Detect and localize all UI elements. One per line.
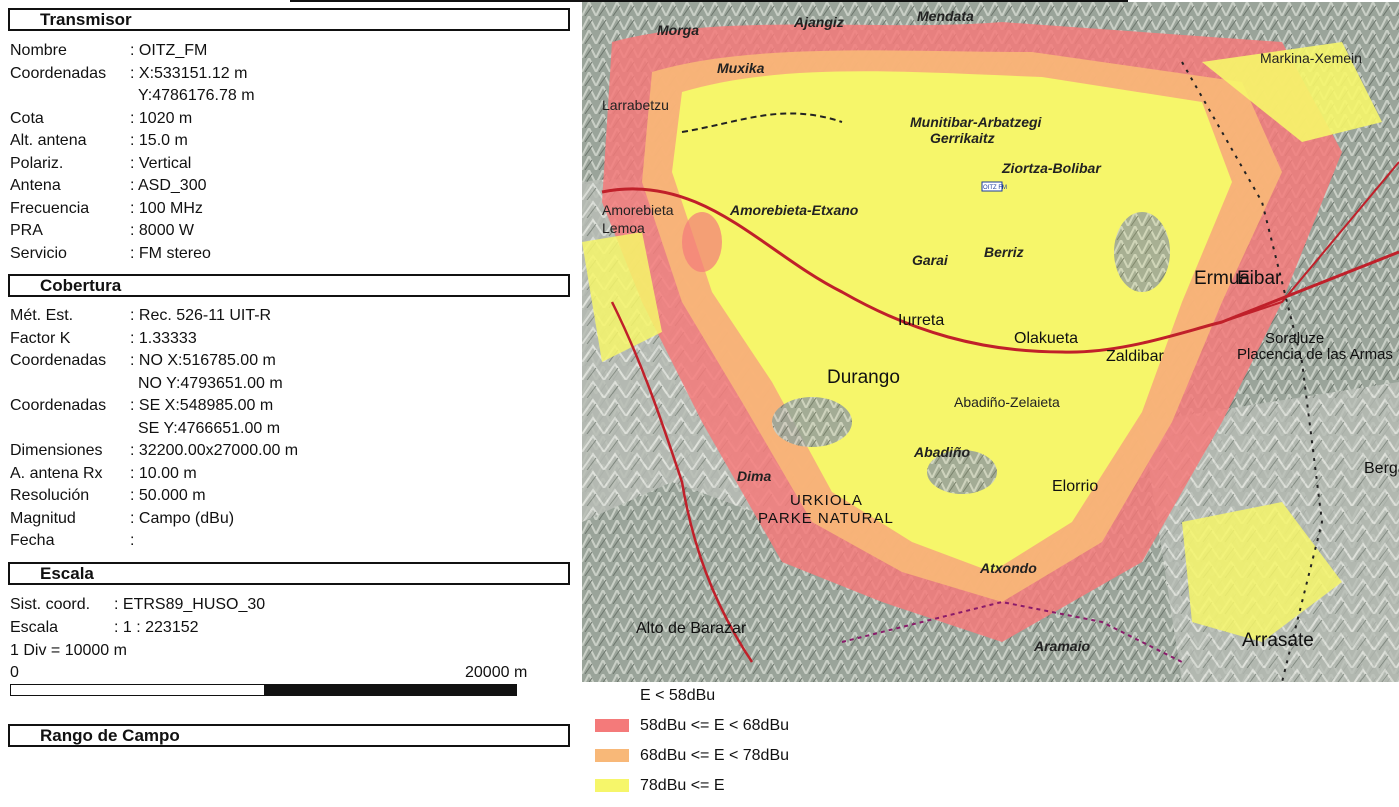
legend-swatch-2 [595,749,629,762]
legend-label-2: 68dBu <= E < 78dBu [640,747,790,764]
cobertura-label: Resolución [10,487,90,504]
transmisor-label: Nombre [10,42,67,59]
map-label-parke-natural: PARKE NATURAL [758,510,894,527]
scale-bar-black-segment [265,685,516,695]
transmisor-label: Antena [10,177,61,194]
cobertura-header: Cobertura [8,274,570,297]
map-label-garai: Garai [912,252,948,268]
map-label-bergara: Bergara [1364,460,1399,477]
map-label-larrabetzu: Larrabetzu [602,97,669,113]
cobertura-value: : NO X:516785.00 m [130,352,276,369]
cobertura-value: NO Y:4793651.00 m [138,374,283,392]
legend-swatch-0 [595,689,629,702]
map-label-ajangiz: Ajangiz [794,14,844,30]
map-label-urkiola: URKIOLA [790,492,863,509]
scale-bar-group: 0 20000 m [10,662,540,712]
transmisor-label: Cota [10,109,44,127]
transmisor-value: : 8000 W [130,222,195,239]
cobertura-value: : 1.33333 [130,329,197,347]
cobertura-value: : 10.00 m [130,464,197,482]
map-label-abadino: Abadiño [914,444,970,460]
transmisor-value: : Vertical [130,154,192,172]
map-label-muxika: Muxika [717,60,765,76]
map-label-placencia: Placencia de las Armas [1237,346,1393,363]
transmisor-label: Frecuencia [10,199,90,217]
info-panel: Transmisor Nombre : OITZ_FM Coordenadas : X… [0,0,580,807]
cobertura-label: Dimensiones [10,442,103,459]
transmisor-label: Coordenadas [10,64,107,82]
map-label-aramaio: Aramaio [1034,638,1091,654]
legend-label-3: 78dBu <= E [640,777,725,794]
transmisor-value: : FM stereo [130,244,211,262]
cobertura-value: : Rec. 526-11 UIT-R [130,307,272,324]
div-text: 1 Div = 10000 m [10,642,127,659]
scale-start-label: 0 [10,664,19,681]
rango-header: Rango de Campo [8,724,570,747]
transmisor-value: : 1020 m [130,109,193,127]
map-label-alto-barazar: Alto de Barazar [636,620,747,637]
transmisor-value: : 15.0 m [130,132,188,149]
map-label-morga: Morga [657,22,699,38]
map-label-eibar: Eibar [1237,268,1282,289]
transmisor-label: Servicio [10,244,67,262]
sist-coord-value: : ETRS89_HUSO_30 [114,596,266,613]
map-label-dima: Dima [737,468,772,484]
coverage-map[interactable]: OITZ FM Morga Ajangiz Mendata Muxika Lar… [582,2,1399,682]
transmitter-marker-label: OITZ FM [983,185,1007,191]
cobertura-value: : 50.000 m [130,487,206,504]
cobertura-label: A. antena Rx [10,464,103,482]
map-label-soraluze: Soraluze [1265,330,1325,347]
cobertura-label: Mét. Est. [10,307,74,324]
legend-label-0: E < 58dBu [640,687,716,704]
transmisor-value: : OITZ_FM [130,42,208,59]
cobertura-label: Factor K [10,329,71,347]
map-label-durango: Durango [827,367,900,388]
transmisor-label: PRA [10,222,43,239]
cobertura-value: : 32200.00x27000.00 m [130,442,299,459]
map-label-arrasate: Arrasate [1242,630,1314,651]
cobertura-label: Coordenadas [10,352,107,369]
map-label-abadino-zelaieta: Abadiño-Zelaieta [954,394,1060,410]
cobertura-label: Magnitud [10,509,76,527]
cobertura-label: Coordenadas [10,397,107,414]
map-label-atxondo: Atxondo [980,560,1037,576]
map-label-berriz: Berriz [984,244,1024,260]
escala-value: : 1 : 223152 [114,619,199,636]
map-label-zaldibar: Zaldibar [1106,348,1164,365]
map-label-markina: Markina-Xemein [1260,50,1362,66]
cobertura-value: SE Y:4766651.00 m [138,419,281,437]
cobertura-value: : Campo (dBu) [130,509,235,527]
legend-swatch-1 [595,719,629,732]
map-label-elorrio: Elorrio [1052,478,1099,495]
map-label-iurreta: Iurreta [898,312,945,329]
cobertura-value: : [130,532,135,549]
transmisor-value: : 100 MHz [130,199,203,217]
map-label-amorebieta-etxano: Amorebieta-Etxano [730,202,859,218]
map-label-lemoa: Lemoa [602,220,645,236]
map-label-olakueta: Olakueta [1014,330,1079,347]
map-label-amorebieta: Amorebieta [602,202,674,218]
map-label-gerrikaitz: Gerrikaitz [930,130,995,146]
sist-coord-label: Sist. coord. [10,596,91,613]
transmisor-label: Alt. antena [10,132,87,149]
map-label-mendata: Mendata [917,8,974,24]
legend-swatch-3 [595,779,629,792]
cobertura-label: Fecha [10,532,55,549]
scale-bar [10,684,517,696]
transmisor-header: Transmisor [8,8,570,31]
legend-label-1: 58dBu <= E < 68dBu [640,717,790,734]
transmisor-value: : ASD_300 [130,177,207,194]
scale-end-label: 20000 m [465,664,528,681]
field-range-legend: E < 58dBu 58dBu <= E < 68dBu 68dBu <= E … [595,684,1155,804]
scale-bar-white-segment [11,685,265,695]
transmisor-value: Y:4786176.78 m [138,87,255,104]
escala-label: Escala [10,619,59,636]
escala-header: Escala [8,562,570,585]
map-label-ziortza: Ziortza-Bolibar [1002,160,1101,176]
transmisor-value: : X:533151.12 m [130,64,248,82]
cobertura-value: : SE X:548985.00 m [130,397,274,414]
transmisor-label: Polariz. [10,154,64,172]
map-label-munitibar: Munitibar-Arbatzegi [910,114,1042,130]
